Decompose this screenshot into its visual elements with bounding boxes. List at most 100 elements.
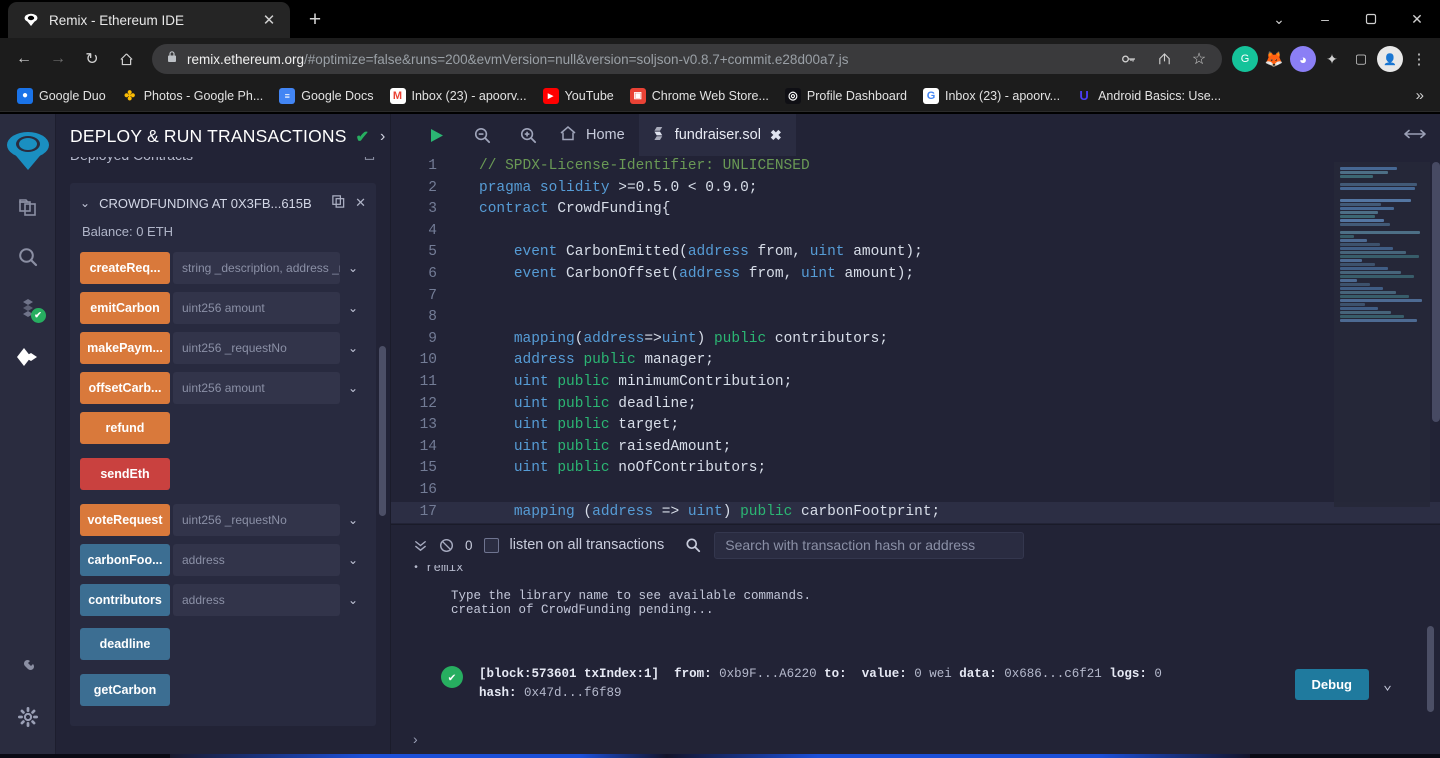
settings-gear-icon[interactable] bbox=[0, 692, 56, 742]
chevron-down-icon[interactable]: ⌄ bbox=[340, 584, 366, 616]
browser-tab[interactable]: Remix - Ethereum IDE ✕ bbox=[8, 2, 290, 38]
remix-logo-icon[interactable] bbox=[0, 120, 56, 182]
password-key-icon[interactable] bbox=[1116, 46, 1142, 72]
close-icon[interactable]: ✕ bbox=[355, 195, 366, 211]
solidity-compiler-icon[interactable]: ✔ bbox=[0, 282, 56, 332]
chevron-down-icon[interactable]: ⌄ bbox=[1383, 675, 1392, 694]
profile-avatar-icon[interactable]: 👤 bbox=[1377, 46, 1403, 72]
bookmark-item[interactable]: ● Google Duo bbox=[10, 83, 113, 109]
bookmark-item[interactable]: ✤ Photos - Google Ph... bbox=[115, 83, 271, 109]
chevron-down-icon[interactable]: ⌄ bbox=[1256, 0, 1302, 38]
panel-expand-icon[interactable]: › bbox=[380, 128, 385, 146]
search-icon[interactable] bbox=[685, 537, 701, 553]
forward-button[interactable]: → bbox=[42, 43, 74, 75]
grammarly-extension-icon[interactable]: G bbox=[1232, 46, 1258, 72]
minimap-line bbox=[1340, 291, 1396, 294]
transaction-from-value: 0xb9F...A6220 bbox=[719, 667, 817, 681]
debug-button[interactable]: Debug bbox=[1294, 669, 1369, 700]
bookmark-item[interactable]: ▶ YouTube bbox=[536, 83, 621, 109]
file-tab-fundraiser[interactable]: fundraiser.sol ✖ bbox=[638, 114, 796, 156]
clear-console-icon[interactable] bbox=[439, 538, 454, 553]
function-button-contributors[interactable]: contributors bbox=[80, 584, 170, 616]
chevron-down-icon[interactable]: ⌄ bbox=[80, 196, 90, 210]
chevron-down-icon[interactable]: ⌄ bbox=[340, 332, 366, 364]
line-number: 6 bbox=[428, 265, 437, 282]
horizontal-resize-icon[interactable] bbox=[1390, 128, 1440, 143]
function-button-voteRequest[interactable]: voteRequest bbox=[80, 504, 170, 536]
bookmarks-overflow-button[interactable]: » bbox=[1410, 87, 1430, 104]
editor-minimap[interactable] bbox=[1334, 162, 1430, 507]
function-button-offsetCarbon[interactable]: offsetCarb... bbox=[80, 372, 170, 404]
function-input-voteRequest[interactable]: uint256 _requestNo bbox=[173, 504, 340, 536]
sidepanel-icon[interactable]: ▢ bbox=[1348, 46, 1374, 72]
listen-all-transactions-label: listen on all transactions bbox=[509, 537, 665, 553]
function-input-emitCarbon[interactable]: uint256 amount bbox=[173, 292, 340, 324]
terminal-prompt[interactable]: › bbox=[391, 724, 1440, 754]
function-button-carbonFootprint[interactable]: carbonFoo... bbox=[80, 544, 170, 576]
function-button-getCarbon[interactable]: getCarbon bbox=[80, 674, 170, 706]
terminal-scrollbar[interactable] bbox=[1427, 626, 1434, 712]
bookmark-item[interactable]: U Android Basics: Use... bbox=[1069, 83, 1228, 109]
copy-icon[interactable] bbox=[331, 194, 346, 212]
bookmark-item[interactable]: ▣ Chrome Web Store... bbox=[623, 83, 776, 109]
ghost-extension-icon[interactable]: ◕ bbox=[1290, 46, 1316, 72]
function-button-refund[interactable]: refund bbox=[80, 412, 170, 444]
editor-vertical-scrollbar[interactable] bbox=[1432, 162, 1440, 422]
function-button-deadline[interactable]: deadline bbox=[80, 628, 170, 660]
bookmark-item[interactable]: M Inbox (23) - apoorv... bbox=[383, 83, 534, 109]
zoom-in-icon[interactable] bbox=[505, 114, 551, 156]
deploy-run-icon[interactable] bbox=[0, 332, 56, 382]
extensions-puzzle-icon[interactable]: ✦ bbox=[1319, 46, 1345, 72]
function-input-contributors[interactable]: address bbox=[173, 584, 340, 616]
function-button-emitCarbon[interactable]: emitCarbon bbox=[80, 292, 170, 324]
metamask-extension-icon[interactable]: 🦊 bbox=[1261, 46, 1287, 72]
function-input-makePayment[interactable]: uint256 _requestNo bbox=[173, 332, 340, 364]
double-chevron-down-icon[interactable] bbox=[413, 538, 428, 553]
code-editor[interactable]: 1 // SPDX-License-Identifier: UNLICENSED 2… bbox=[391, 156, 1440, 524]
home-button[interactable] bbox=[110, 43, 142, 75]
address-bar[interactable]: remix.ethereum.org/#optimize=false&runs=… bbox=[152, 44, 1222, 74]
chevron-down-icon[interactable]: ⌄ bbox=[340, 252, 366, 284]
function-button-sendEth[interactable]: sendEth bbox=[80, 458, 170, 490]
chevron-down-icon[interactable]: ⌄ bbox=[340, 544, 366, 576]
chevron-down-icon[interactable]: ⌄ bbox=[340, 292, 366, 324]
bookmark-item[interactable]: ◎ Profile Dashboard bbox=[778, 83, 914, 109]
trash-icon[interactable] bbox=[363, 157, 376, 164]
function-input-offsetCarbon[interactable]: uint256 amount bbox=[173, 372, 340, 404]
play-run-icon[interactable] bbox=[413, 114, 459, 156]
back-button[interactable]: ← bbox=[8, 43, 40, 75]
chevron-down-icon[interactable]: ⌄ bbox=[340, 372, 366, 404]
function-button-makePayment[interactable]: makePaym... bbox=[80, 332, 170, 364]
reload-button[interactable]: ↻ bbox=[76, 43, 108, 75]
search-icon[interactable] bbox=[0, 232, 56, 282]
minimize-icon[interactable]: – bbox=[1302, 0, 1348, 38]
editor-home-tab[interactable]: Home bbox=[551, 114, 639, 156]
function-input-createRequest[interactable]: string _description, address _rec bbox=[173, 252, 340, 284]
listen-all-transactions-checkbox[interactable] bbox=[483, 537, 499, 553]
close-window-icon[interactable]: ✕ bbox=[1394, 0, 1440, 38]
zoom-out-icon[interactable] bbox=[459, 114, 505, 156]
file-explorer-icon[interactable] bbox=[0, 182, 56, 232]
minimap-line bbox=[1340, 319, 1417, 322]
line-number: 11 bbox=[419, 373, 437, 390]
plugin-manager-icon[interactable] bbox=[0, 642, 56, 692]
file-tab-close-icon[interactable]: ✖ bbox=[770, 127, 782, 144]
chrome-menu-icon[interactable]: ⋮ bbox=[1406, 46, 1432, 72]
sidepanel-scrollbar[interactable] bbox=[379, 346, 386, 516]
new-tab-button[interactable]: + bbox=[300, 5, 330, 35]
transaction-search-input[interactable]: Search with transaction hash or address bbox=[714, 531, 1025, 559]
maximize-icon[interactable] bbox=[1348, 0, 1394, 38]
bookmark-item[interactable]: G Inbox (23) - apoorv... bbox=[916, 83, 1067, 109]
share-icon[interactable] bbox=[1151, 46, 1177, 72]
transaction-entry[interactable]: ✔ [block:573601 txIndex:1] from: 0xb9F..… bbox=[441, 665, 1426, 703]
tab-close-icon[interactable]: ✕ bbox=[258, 9, 280, 31]
debug-controls: Debug ⌄ bbox=[1294, 665, 1426, 700]
function-button-createRequest[interactable]: createReq... bbox=[80, 252, 170, 284]
bookmark-item[interactable]: ≡ Google Docs bbox=[272, 83, 380, 109]
chevron-down-icon[interactable]: ⌄ bbox=[340, 504, 366, 536]
bookmark-star-icon[interactable]: ☆ bbox=[1186, 46, 1212, 72]
contract-card-header[interactable]: ⌄ CROWDFUNDING AT 0X3FB...615B ✕ bbox=[80, 194, 366, 212]
minimap-line bbox=[1340, 167, 1397, 170]
function-input-carbonFootprint[interactable]: address bbox=[173, 544, 340, 576]
